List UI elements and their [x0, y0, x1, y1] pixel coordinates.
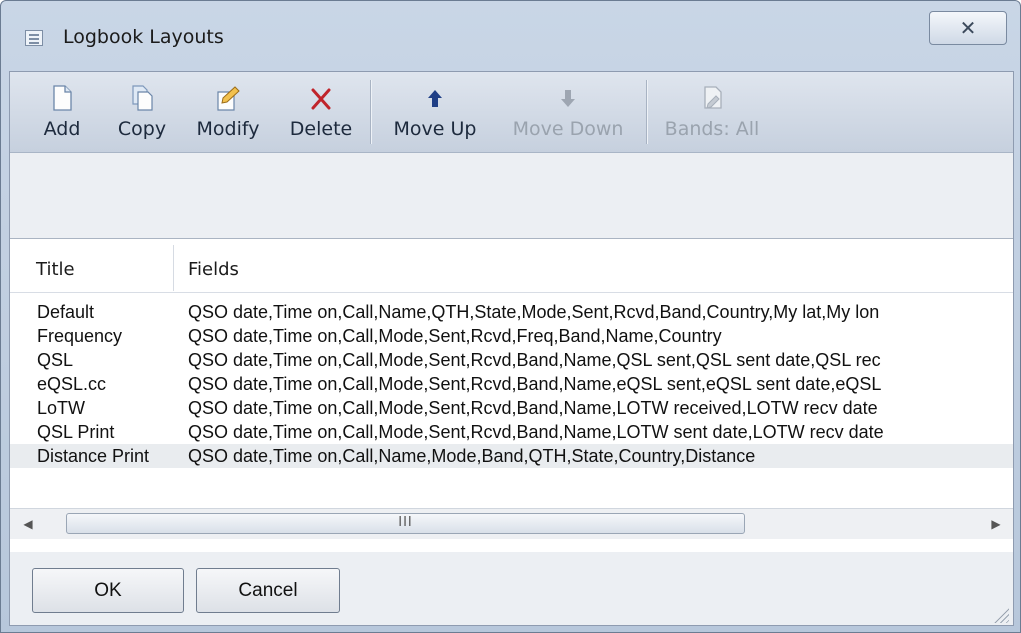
move-up-label: Move Up — [393, 118, 477, 140]
row-fields: QSO date,Time on,Call,Name,Mode,Band,QTH… — [188, 446, 756, 466]
new-document-icon — [53, 85, 72, 111]
close-button[interactable]: ✕ — [929, 11, 1007, 45]
row-fields: QSO date,Time on,Call,Mode,Sent,Rcvd,Ban… — [188, 422, 884, 442]
copy-button[interactable]: Copy — [110, 80, 174, 146]
scroll-grip-icon: III — [398, 515, 413, 530]
toolbar: Add Copy Modify Delete Move Up Move Down… — [10, 72, 1013, 153]
list-row[interactable]: Frequency QSO date,Time on,Call,Mode,Sen… — [10, 324, 1013, 348]
horizontal-scrollbar[interactable]: ◀ III ▶ — [10, 508, 1013, 539]
bands-document-icon — [704, 86, 722, 109]
row-title: Default — [37, 302, 95, 322]
dialog-footer: OK Cancel — [10, 552, 1013, 625]
row-title: eQSL.cc — [37, 374, 107, 394]
list-rows: Default QSO date,Time on,Call,Name,QTH,S… — [10, 300, 1013, 468]
close-icon: ✕ — [959, 16, 977, 40]
list-row[interactable]: Default QSO date,Time on,Call,Name,QTH,S… — [10, 300, 1013, 324]
window-title: Logbook Layouts — [63, 26, 224, 48]
row-fields: QSO date,Time on,Call,Name,QTH,State,Mod… — [188, 302, 880, 322]
bands-button[interactable]: Bands: All — [660, 80, 764, 146]
row-title: Distance Print — [37, 446, 150, 466]
ok-label: OK — [94, 580, 122, 601]
scroll-left-arrow-icon[interactable]: ◀ — [20, 516, 36, 532]
column-header-fields[interactable]: Fields — [188, 259, 239, 280]
add-label: Add — [43, 118, 81, 140]
list-header: Title Fields — [10, 239, 1013, 293]
scroll-right-arrow-icon[interactable]: ▶ — [988, 516, 1004, 532]
delete-x-icon — [311, 88, 331, 110]
modify-button[interactable]: Modify — [188, 80, 268, 146]
move-up-button[interactable]: Move Up — [385, 80, 485, 146]
resize-grip-icon[interactable] — [991, 605, 1009, 623]
modify-label: Modify — [196, 118, 260, 140]
list-row[interactable]: QSL Print QSO date,Time on,Call,Mode,Sen… — [10, 420, 1013, 444]
arrow-up-icon — [428, 90, 442, 107]
list-row[interactable]: LoTW QSO date,Time on,Call,Mode,Sent,Rcv… — [10, 396, 1013, 420]
cancel-button[interactable]: Cancel — [196, 568, 340, 613]
list-row[interactable]: QSL QSO date,Time on,Call,Mode,Sent,Rcvd… — [10, 348, 1013, 372]
dialog-client-area: Add Copy Modify Delete Move Up Move Down… — [9, 71, 1014, 626]
row-title: LoTW — [37, 398, 86, 418]
edit-document-icon — [217, 86, 240, 111]
column-divider[interactable] — [173, 245, 174, 291]
toolbar-separator — [646, 80, 648, 144]
arrow-down-icon — [561, 90, 575, 107]
title-bar[interactable]: Logbook Layouts ✕ — [1, 1, 1020, 71]
row-title: QSL Print — [37, 422, 115, 442]
row-fields: QSO date,Time on,Call,Mode,Sent,Rcvd,Fre… — [188, 326, 722, 346]
add-button[interactable]: Add — [36, 80, 88, 146]
window-icon — [25, 30, 43, 46]
move-down-label: Move Down — [512, 118, 624, 140]
row-fields: QSO date,Time on,Call,Mode,Sent,Rcvd,Ban… — [188, 398, 878, 418]
ok-button[interactable]: OK — [32, 568, 184, 613]
row-fields: QSO date,Time on,Call,Mode,Sent,Rcvd,Ban… — [188, 374, 882, 394]
toolbar-separator — [370, 80, 372, 144]
row-title: QSL — [37, 350, 74, 370]
row-title: Frequency — [37, 326, 123, 346]
logbook-layouts-window: Logbook Layouts ✕ Add Copy Modify Delete… — [0, 0, 1021, 633]
delete-label: Delete — [289, 118, 353, 140]
row-fields: QSO date,Time on,Call,Mode,Sent,Rcvd,Ban… — [188, 350, 881, 370]
delete-button[interactable]: Delete — [284, 80, 358, 146]
list-row-selected[interactable]: Distance Print QSO date,Time on,Call,Nam… — [10, 444, 1013, 468]
column-header-title[interactable]: Title — [36, 259, 75, 280]
move-down-button[interactable]: Move Down — [503, 80, 633, 146]
list-row[interactable]: eQSL.cc QSO date,Time on,Call,Mode,Sent,… — [10, 372, 1013, 396]
blank-area — [10, 153, 1013, 238]
cancel-label: Cancel — [238, 580, 298, 601]
copy-icon — [132, 85, 153, 111]
bands-label: Bands: All — [664, 118, 760, 140]
copy-label: Copy — [117, 118, 167, 140]
scroll-thumb[interactable]: III — [66, 513, 745, 534]
